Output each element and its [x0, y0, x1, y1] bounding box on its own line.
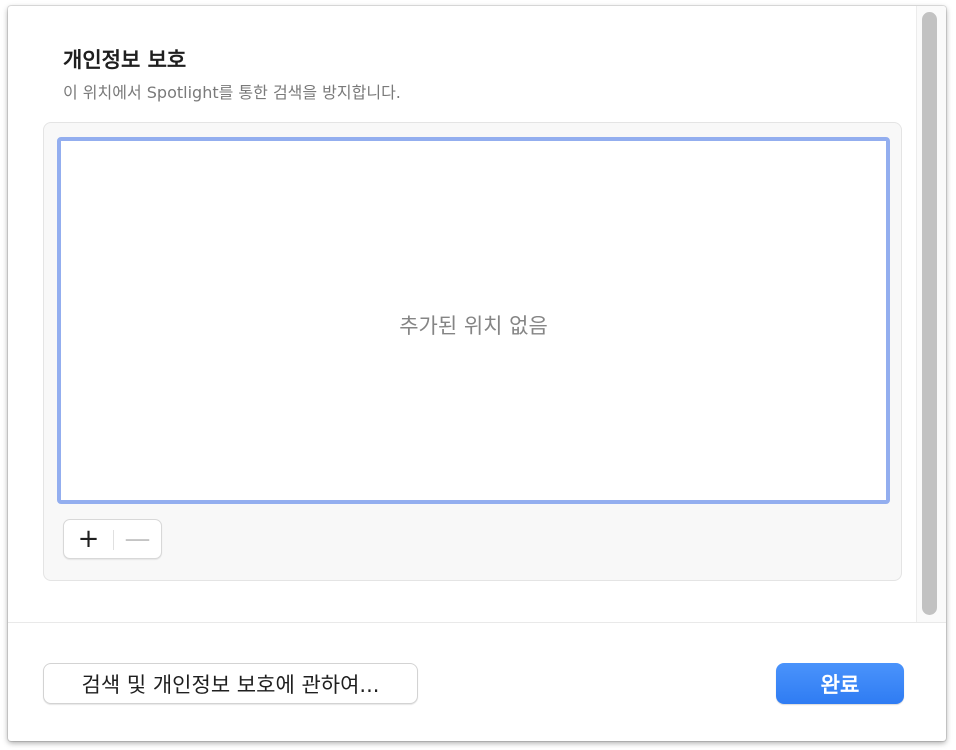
plus-icon: + [77, 524, 100, 554]
footer-divider [8, 622, 946, 623]
spotlight-privacy-sheet: 개인정보 보호 이 위치에서 Spotlight를 통한 검색을 방지합니다. … [8, 6, 946, 741]
dialog-frame: 개인정보 보호 이 위치에서 Spotlight를 통한 검색을 방지합니다. … [0, 0, 956, 750]
page-subtitle: 이 위치에서 Spotlight를 통한 검색을 방지합니다. [63, 83, 401, 102]
done-button[interactable]: 완료 [776, 663, 904, 704]
minus-icon: — [124, 524, 151, 554]
about-search-privacy-button[interactable]: 검색 및 개인정보 보호에 관하여... [43, 663, 418, 704]
empty-list-message: 추가된 위치 없음 [399, 314, 548, 338]
add-location-button[interactable]: + [64, 520, 113, 558]
excluded-locations-list[interactable]: 추가된 위치 없음 [57, 137, 890, 504]
remove-location-button[interactable]: — [113, 520, 162, 558]
page-title: 개인정보 보호 [63, 48, 187, 72]
scrollbar-thumb[interactable] [922, 12, 937, 615]
add-remove-control: + — [63, 519, 162, 559]
